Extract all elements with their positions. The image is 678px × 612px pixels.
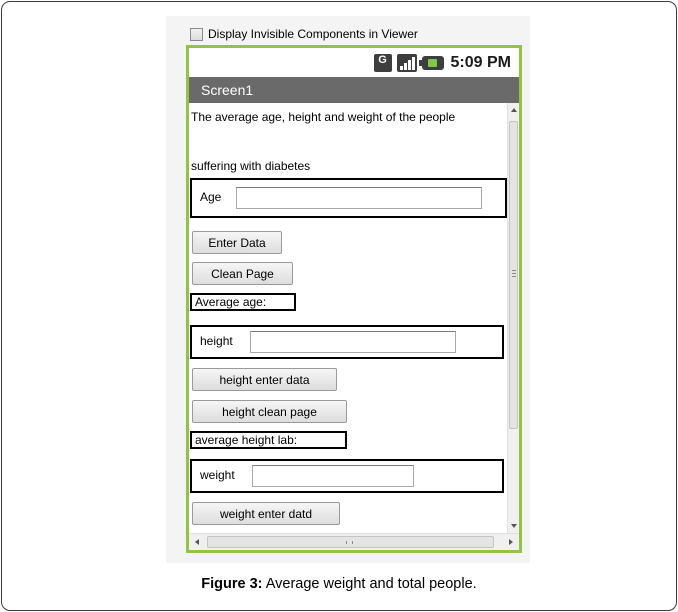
screen-title: Screen1: [201, 82, 254, 98]
age-arrangement: Age: [190, 178, 507, 218]
horizontal-grip-icon: [346, 541, 353, 544]
invisible-components-toggle[interactable]: Display Invisible Components in Viewer: [190, 26, 418, 42]
intro-text-line1: The average age, height and weight of th…: [191, 110, 456, 124]
figure-caption: Figure 3: Average weight and total peopl…: [0, 576, 678, 592]
intro-text-line2: suffering with diabetes: [191, 159, 311, 173]
height-clean-page-button[interactable]: height clean page: [192, 400, 347, 423]
horizontal-scroll-thumb[interactable]: [207, 536, 494, 548]
vertical-scrollbar[interactable]: [507, 103, 519, 533]
enter-data-button[interactable]: Enter Data: [192, 231, 282, 254]
average-age-label: Average age:: [190, 293, 296, 311]
battery-icon: [418, 55, 444, 70]
vertical-scroll-thumb[interactable]: [509, 121, 518, 429]
invisible-components-label: Display Invisible Components in Viewer: [208, 27, 418, 41]
vertical-grip-icon: [512, 270, 516, 277]
scroll-right-arrow-icon[interactable]: [509, 539, 513, 545]
weight-label: weight: [200, 468, 235, 482]
status-bar: G 5:09 PM: [189, 48, 519, 77]
scroll-left-arrow-icon[interactable]: [195, 539, 199, 545]
screen-content: The average age, height and weight of th…: [189, 103, 507, 533]
height-arrangement: height: [190, 325, 504, 359]
scroll-down-arrow-icon[interactable]: [511, 524, 517, 528]
weight-enter-data-button[interactable]: weight enter datd: [192, 502, 340, 525]
average-height-label: average height lab:: [190, 431, 347, 449]
phone-preview: G 5:09 PM Screen1 The average age, heigh…: [186, 45, 522, 553]
weight-input[interactable]: [252, 465, 414, 487]
signal-icon: [396, 53, 417, 72]
caption-text: Average weight and total people.: [262, 576, 477, 592]
caption-label: Figure 3:: [201, 576, 263, 592]
height-enter-data-button[interactable]: height enter data: [192, 368, 337, 391]
height-label: height: [200, 334, 233, 348]
horizontal-scrollbar[interactable]: [189, 533, 519, 550]
age-label: Age: [200, 190, 222, 204]
network-type-icon: G: [373, 53, 392, 72]
invisible-components-checkbox[interactable]: [190, 27, 203, 41]
clean-page-button[interactable]: Clean Page: [192, 262, 293, 285]
height-input[interactable]: [250, 331, 456, 353]
status-time: 5:09 PM: [450, 53, 511, 71]
age-input[interactable]: [236, 187, 482, 209]
weight-arrangement: weight: [190, 459, 504, 493]
screen-title-bar: Screen1: [189, 77, 519, 103]
scroll-up-arrow-icon[interactable]: [511, 108, 517, 112]
